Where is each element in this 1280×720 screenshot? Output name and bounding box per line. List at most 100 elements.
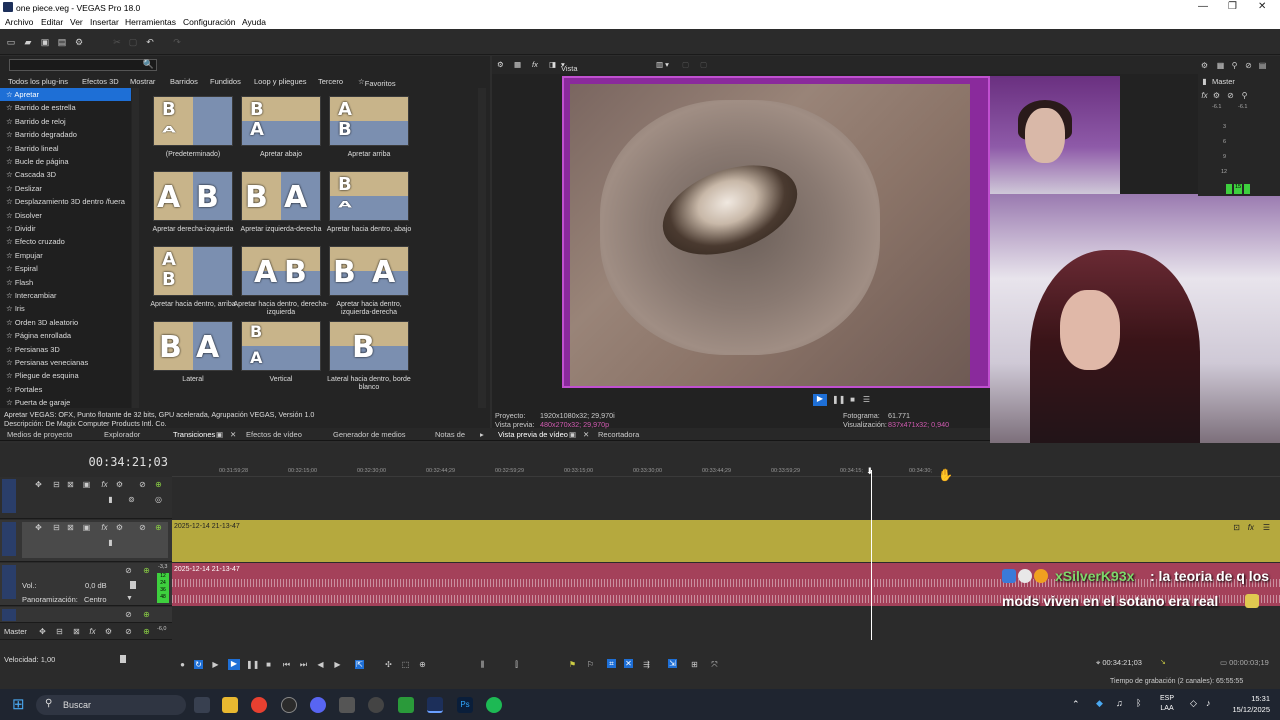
- tab-barridos[interactable]: Barridos: [170, 77, 198, 86]
- track-crop-icon[interactable]: ⊟: [52, 523, 61, 532]
- save-icon[interactable]: ▣: [40, 37, 50, 47]
- preset-thumbnail[interactable]: AB: [153, 171, 233, 221]
- track-fx-icon[interactable]: fx: [100, 480, 109, 489]
- plugin-list-item[interactable]: ☆ Cascada 3D: [0, 168, 131, 181]
- taskbar-clock[interactable]: 15:31 15/12/2025: [1232, 693, 1270, 715]
- plugin-search-input[interactable]: 🔍: [9, 59, 157, 71]
- play-from-start-icon[interactable]: ▶: [211, 660, 220, 669]
- network-icon[interactable]: ◇: [1190, 698, 1197, 709]
- track-level2-icon[interactable]: ◎: [154, 495, 163, 504]
- plugin-list-item[interactable]: ☆ Espiral: [0, 262, 131, 275]
- zoom-tool-icon[interactable]: ⊕: [418, 660, 427, 669]
- next-frame-icon[interactable]: ▶: [333, 660, 342, 669]
- tab-generador-medios[interactable]: Generador de medios: [333, 430, 406, 439]
- track-solo-icon[interactable]: ⊕: [154, 480, 163, 489]
- tab-efectos-3d[interactable]: Efectos 3D: [82, 77, 119, 86]
- tab-fundidos[interactable]: Fundidos: [210, 77, 241, 86]
- clip-pan-crop-icon[interactable]: ⊡: [1233, 523, 1240, 532]
- markers-tool-icon[interactable]: ⤧: [710, 660, 719, 669]
- normal-edit-tool-icon[interactable]: ⇱: [355, 660, 364, 669]
- region-icon[interactable]: ⚐: [586, 660, 595, 669]
- track-bypass-icon[interactable]: ⊘: [124, 566, 133, 575]
- plugin-list-item[interactable]: ☆ Desplazamiento 3D dentro /fuera: [0, 195, 131, 208]
- go-start-icon[interactable]: ⏮: [282, 660, 291, 669]
- master-track-header[interactable]: Master ✥ ⊟ ⊠ fx ⚙ ⊘ ⊕ -6,0: [0, 624, 172, 640]
- tray-mic-icon[interactable]: ♫: [1116, 698, 1123, 708]
- tray-bluetooth-icon[interactable]: ᛒ: [1136, 698, 1141, 708]
- tab-transiciones-pin-icon[interactable]: ▣: [216, 430, 223, 439]
- marker-icon[interactable]: ⚑: [568, 660, 577, 669]
- menu-configuracion[interactable]: Configuración: [183, 17, 235, 27]
- plugin-list-item[interactable]: ☆ Portales: [0, 383, 131, 396]
- plugin-list-item[interactable]: ☆ Bucle de página: [0, 155, 131, 168]
- track-solo-icon[interactable]: ⊕: [142, 610, 151, 619]
- track-crop-icon[interactable]: ⊟: [52, 480, 61, 489]
- track-automation-icon[interactable]: ⚙: [115, 480, 124, 489]
- preset-thumbnail[interactable]: AB: [241, 246, 321, 296]
- track-motion-icon[interactable]: ✥: [34, 523, 43, 532]
- playhead-cursor[interactable]: [871, 470, 872, 640]
- copy-snapshot-icon[interactable]: ▢: [682, 60, 689, 69]
- track-fx-icon[interactable]: fx: [100, 523, 109, 532]
- auto-crossfade-icon[interactable]: ✕: [624, 659, 633, 668]
- tab-explorador[interactable]: Explorador: [104, 430, 140, 439]
- plugin-list-item[interactable]: ☆ Orden 3D aleatorio: [0, 316, 131, 329]
- language-indicator[interactable]: ESP LAA: [1160, 694, 1174, 714]
- pause-icon[interactable]: ❚❚: [832, 395, 845, 404]
- task-view-icon[interactable]: [194, 697, 210, 713]
- cut-icon[interactable]: ✂: [112, 37, 122, 47]
- discord-icon[interactable]: [310, 697, 326, 713]
- master-properties-icon[interactable]: ▦: [1216, 61, 1225, 70]
- master-track-automation-icon[interactable]: ⚙: [104, 627, 113, 636]
- taskbar-search-box[interactable]: ⚲ Buscar: [36, 695, 186, 715]
- preset-thumbnail[interactable]: BA: [241, 96, 321, 146]
- tab-notas[interactable]: Notas de: [435, 430, 465, 439]
- menu-archivo[interactable]: Archivo: [5, 17, 33, 27]
- plugin-list-item[interactable]: ☆ Apretar: [0, 88, 131, 101]
- tab-tercero[interactable]: Tercero: [318, 77, 343, 86]
- tab-mostrar[interactable]: Mostrar: [130, 77, 155, 86]
- master-track-fx-icon[interactable]: fx: [88, 627, 97, 636]
- master-track-solo-icon[interactable]: ⊕: [142, 627, 151, 636]
- plugin-list-item[interactable]: ☆ Página enrollada: [0, 329, 131, 342]
- record-icon[interactable]: ●: [178, 660, 187, 669]
- lock-envelopes-icon[interactable]: ⇲: [668, 659, 677, 668]
- menu-insertar[interactable]: Insertar: [90, 17, 119, 27]
- master-track-crop-icon[interactable]: ⊟: [55, 627, 64, 636]
- master-track-mute-icon[interactable]: ⊠: [72, 627, 81, 636]
- video-clip[interactable]: 2025-12-14 21-13-47 ⊡ fx ☰: [172, 520, 1280, 562]
- track-bypass-icon[interactable]: ⊘: [124, 610, 133, 619]
- app-gear-icon[interactable]: [368, 697, 384, 713]
- plugin-list-item[interactable]: ☆ Barrido de estrella: [0, 101, 131, 114]
- plugin-list-item[interactable]: ☆ Barrido degradado: [0, 128, 131, 141]
- go-end-icon[interactable]: ⏭: [299, 660, 308, 669]
- ignore-grouping-icon[interactable]: ⊞: [690, 660, 699, 669]
- track-comp-icon[interactable]: ▣: [82, 523, 91, 532]
- vol-slider[interactable]: [130, 581, 136, 589]
- save-snapshot-icon[interactable]: ▢: [700, 60, 707, 69]
- preset-thumbnail[interactable]: BA: [329, 171, 409, 221]
- plugin-list-item[interactable]: ☆ Persianas 3D: [0, 343, 131, 356]
- master-channel-fx-icon[interactable]: fx: [1200, 91, 1209, 100]
- master-pan-icon[interactable]: ⚲: [1240, 91, 1249, 100]
- clip-menu-icon[interactable]: ☰: [1263, 523, 1270, 532]
- track-header-1[interactable]: ✥ ⊟ ⊠ ▣ fx ⚙ ⊘ ⊕ ▮ ⊚ ◎: [0, 477, 172, 519]
- speed-slider[interactable]: [120, 655, 126, 663]
- chrome-icon[interactable]: [251, 697, 267, 713]
- tab-transiciones-close-icon[interactable]: ✕: [230, 430, 236, 439]
- new-file-icon[interactable]: ▭: [6, 37, 16, 47]
- split-icon[interactable]: ⫼: [478, 660, 487, 669]
- master-fx-icon[interactable]: ⚲: [1230, 61, 1239, 70]
- stop-icon[interactable]: ■: [848, 395, 857, 404]
- thumbnails-scrollbar[interactable]: [478, 88, 486, 408]
- prev-frame-icon[interactable]: ◀: [316, 660, 325, 669]
- plugin-list-scrollbar[interactable]: [132, 88, 139, 408]
- track-lock-icon[interactable]: ▮: [106, 495, 115, 504]
- preset-thumbnail[interactable]: BA: [153, 96, 233, 146]
- preset-thumbnail[interactable]: BA: [329, 246, 409, 296]
- tab-vista-previa-pin-icon[interactable]: ▣: [569, 430, 576, 439]
- fx-icon[interactable]: fx: [532, 60, 538, 69]
- master-auto-icon[interactable]: ⚙: [1212, 91, 1221, 100]
- clip-fx-icon[interactable]: fx: [1248, 523, 1254, 532]
- split-screen-icon[interactable]: ◨: [549, 60, 556, 69]
